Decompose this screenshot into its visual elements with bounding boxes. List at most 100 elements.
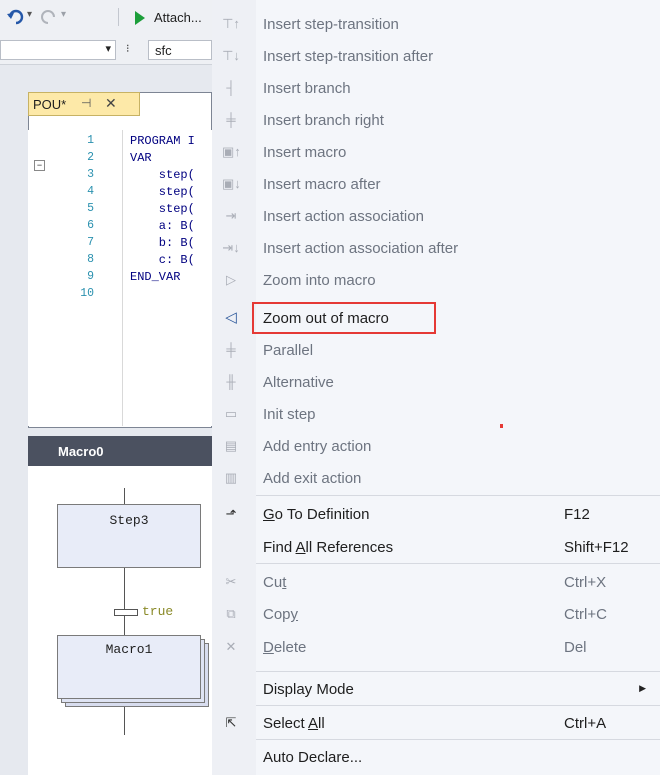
line-number: 3 xyxy=(87,168,94,181)
menu-item-parallel[interactable]: ╪ Parallel xyxy=(212,334,660,366)
label-text: ll xyxy=(318,715,325,732)
code-line: VAR xyxy=(130,151,152,165)
menu-item-shortcut: Ctrl+C xyxy=(564,606,607,623)
menu-item-label: Cut xyxy=(263,574,286,591)
macro-name: Macro1 xyxy=(105,642,153,657)
menu-item-shortcut: Shift+F12 xyxy=(564,539,629,556)
undo-dropdown-icon[interactable]: ▾ xyxy=(27,9,32,20)
code-line: c: B( xyxy=(130,253,195,267)
transition-condition: true xyxy=(142,604,174,619)
menu-item-insert-action-association[interactable]: ⇥ Insert action association xyxy=(212,200,660,232)
menu-separator xyxy=(256,495,660,496)
menu-item-label: Insert action association after xyxy=(263,240,459,257)
alternative-icon: ╫ xyxy=(226,374,236,389)
menu-item-label: Display Mode xyxy=(263,681,354,698)
menu-item-label: Insert step-transition xyxy=(263,16,399,33)
grip-icon: ⁝ xyxy=(126,43,130,55)
menu-item-insert-action-association-after[interactable]: ⇥↓ Insert action association after xyxy=(212,232,660,264)
menu-item-label: Parallel xyxy=(263,342,314,359)
tab-pou[interactable]: POU* ⊣ ✕ xyxy=(28,92,140,116)
access-key: G xyxy=(263,506,275,523)
menu-item-label: Alternative xyxy=(263,374,334,391)
menu-item-shortcut: F12 xyxy=(564,506,590,523)
submenu-arrow-icon: ▶ xyxy=(639,683,646,693)
menu-item-auto-declare[interactable]: Auto Declare... xyxy=(212,741,660,773)
menu-item-label: Copy xyxy=(263,606,298,623)
parallel-icon: ╪ xyxy=(226,342,236,357)
red-marker xyxy=(500,424,503,428)
menu-item-insert-step-transition[interactable]: ⊤↑ Insert step-transition xyxy=(212,8,660,40)
menu-item-alternative[interactable]: ╫ Alternative xyxy=(212,366,660,398)
language-combo[interactable]: sfc xyxy=(148,40,212,60)
menu-item-label: Go To Definition xyxy=(263,506,369,523)
menu-item-label: Insert macro xyxy=(263,144,347,161)
close-icon[interactable]: ✕ xyxy=(105,95,117,112)
access-key: t xyxy=(282,574,287,591)
menu-item-find-all-references[interactable]: Find All References Shift+F12 xyxy=(212,531,660,563)
undo-icon[interactable] xyxy=(6,8,26,26)
menu-item-go-to-definition[interactable]: ⬏ Go To Definition F12 xyxy=(212,498,660,530)
insert-macro-icon: ▣↑ xyxy=(222,144,241,159)
menu-item-label: Add entry action xyxy=(263,438,372,455)
menu-item-insert-branch-right[interactable]: ╪ Insert branch right xyxy=(212,104,660,136)
insert-branch-icon: ┤ xyxy=(226,80,236,95)
gutter-separator xyxy=(122,130,123,426)
add-entry-action-icon: ▤ xyxy=(224,438,238,453)
pin-icon[interactable]: ⊣ xyxy=(81,96,91,110)
pou-selector-combo[interactable]: ▾ xyxy=(0,40,116,60)
menu-item-shortcut: Del xyxy=(564,639,587,656)
line-number: 6 xyxy=(87,219,94,232)
menu-item-cut[interactable]: ✂ Cut Ctrl+X xyxy=(212,566,660,598)
add-exit-action-icon: ▥ xyxy=(224,470,238,485)
menu-item-insert-step-transition-after[interactable]: ⊤↓ Insert step-transition after xyxy=(212,40,660,72)
menu-item-insert-macro-after[interactable]: ▣↓ Insert macro after xyxy=(212,168,660,200)
line-number: 8 xyxy=(87,253,94,266)
menu-item-label: Find All References xyxy=(263,539,393,556)
menu-item-label: Init step xyxy=(263,406,316,423)
select-all-icon: ⇱ xyxy=(225,715,237,730)
insert-macro-after-icon: ▣↓ xyxy=(222,176,241,191)
connector-line xyxy=(124,488,125,504)
toolbar-separator xyxy=(118,8,119,26)
insert-action-association-after-icon: ⇥↓ xyxy=(222,240,240,255)
code-line: step( xyxy=(130,168,195,182)
menu-separator xyxy=(256,705,660,706)
main-toolbar: ▾ ▾ Attach... xyxy=(0,0,212,34)
menu-item-display-mode[interactable]: Display Mode ▶ xyxy=(212,673,660,705)
menu-item-zoom-into-macro[interactable]: ▷ Zoom into macro xyxy=(212,264,660,296)
menu-item-shortcut: Ctrl+A xyxy=(564,715,607,732)
delete-icon: ✕ xyxy=(225,639,237,654)
zoom-into-macro-icon: ▷ xyxy=(226,272,236,287)
redo-icon xyxy=(41,10,55,24)
sfc-step[interactable]: Step3 xyxy=(57,504,201,568)
macro-panel-title: Macro0 xyxy=(58,444,104,459)
code-line: a: B( xyxy=(130,219,195,233)
menu-separator xyxy=(256,671,660,672)
connector-line xyxy=(124,568,125,636)
insert-step-transition-after-icon: ⊤↓ xyxy=(222,48,240,63)
play-icon[interactable] xyxy=(134,11,146,25)
menu-item-select-all[interactable]: ⇱ Select All Ctrl+A xyxy=(212,707,660,739)
attach-button[interactable]: Attach... xyxy=(154,10,202,25)
line-number: 4 xyxy=(87,185,94,198)
menu-separator xyxy=(256,563,660,564)
sfc-transition[interactable] xyxy=(114,609,138,616)
label-text: Cop xyxy=(263,606,291,623)
menu-item-delete[interactable]: ✕ Delete Del xyxy=(212,631,660,663)
menu-item-label: Select All xyxy=(263,715,325,732)
menu-item-label: Insert action association xyxy=(263,208,424,225)
step-name: Step3 xyxy=(109,513,149,528)
label-text: Find xyxy=(263,539,296,556)
menu-item-add-entry-action[interactable]: ▤ Add entry action xyxy=(212,430,660,462)
sfc-macro[interactable]: Macro1 xyxy=(57,635,201,699)
menu-item-copy[interactable]: ⧉ Copy Ctrl+C xyxy=(212,598,660,630)
label-text: ll References xyxy=(305,539,394,556)
code-line: step( xyxy=(130,185,195,199)
menu-item-insert-macro[interactable]: ▣↑ Insert macro xyxy=(212,136,660,168)
collapse-icon[interactable]: − xyxy=(34,160,45,171)
menu-item-init-step[interactable]: ▭ Init step xyxy=(212,398,660,430)
insert-action-association-icon: ⇥ xyxy=(225,208,237,223)
copy-icon: ⧉ xyxy=(226,606,236,621)
menu-item-insert-branch[interactable]: ┤ Insert branch xyxy=(212,72,660,104)
menu-item-add-exit-action[interactable]: ▥ Add exit action xyxy=(212,462,660,494)
